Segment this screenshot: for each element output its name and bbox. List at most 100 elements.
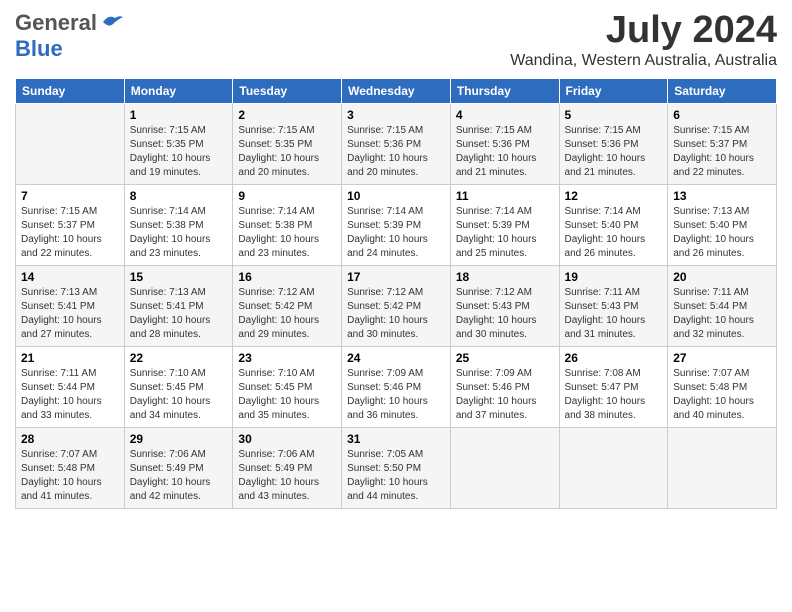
date-number: 16 [238, 270, 336, 284]
week-row-2: 14 Sunrise: 7:13 AMSunset: 5:41 PMDayligh… [16, 265, 777, 346]
calendar-cell: 5 Sunrise: 7:15 AMSunset: 5:36 PMDaylight… [559, 103, 668, 184]
title-block: July 2024 Wandina, Western Australia, Au… [510, 10, 777, 70]
cell-info: Sunrise: 7:06 AMSunset: 5:49 PMDaylight:… [238, 448, 336, 504]
date-number: 5 [565, 108, 663, 122]
date-number: 25 [456, 351, 554, 365]
calendar-cell: 10 Sunrise: 7:14 AMSunset: 5:39 PMDayligh… [342, 184, 451, 265]
cell-info: Sunrise: 7:14 AMSunset: 5:38 PMDaylight:… [130, 205, 228, 261]
date-number: 3 [347, 108, 445, 122]
calendar-cell: 9 Sunrise: 7:14 AMSunset: 5:38 PMDaylight… [233, 184, 342, 265]
calendar-cell: 27 Sunrise: 7:07 AMSunset: 5:48 PMDayligh… [668, 346, 777, 427]
cell-info: Sunrise: 7:15 AMSunset: 5:36 PMDaylight:… [565, 124, 663, 180]
calendar-cell: 30 Sunrise: 7:06 AMSunset: 5:49 PMDayligh… [233, 427, 342, 508]
page-header: General Blue July 2024 Wandina, Western … [15, 10, 777, 70]
calendar-cell: 6 Sunrise: 7:15 AMSunset: 5:37 PMDaylight… [668, 103, 777, 184]
cell-info: Sunrise: 7:13 AMSunset: 5:41 PMDaylight:… [130, 286, 228, 342]
date-number: 8 [130, 189, 228, 203]
date-number: 23 [238, 351, 336, 365]
week-row-3: 21 Sunrise: 7:11 AMSunset: 5:44 PMDayligh… [16, 346, 777, 427]
page-title: July 2024 [510, 10, 777, 52]
calendar-cell: 18Sunrise: 7:12 AMSunset: 5:43 PMDayligh… [450, 265, 559, 346]
cell-info: Sunrise: 7:15 AMSunset: 5:36 PMDaylight:… [456, 124, 554, 180]
cell-info: Sunrise: 7:12 AMSunset: 5:42 PMDaylight:… [238, 286, 336, 342]
date-number: 27 [673, 351, 771, 365]
cell-info: Sunrise: 7:11 AMSunset: 5:44 PMDaylight:… [21, 367, 119, 423]
date-number: 17 [347, 270, 445, 284]
cell-info: Sunrise: 7:15 AMSunset: 5:36 PMDaylight:… [347, 124, 445, 180]
calendar-cell: 11 Sunrise: 7:14 AMSunset: 5:39 PMDayligh… [450, 184, 559, 265]
cell-info: Sunrise: 7:11 AMSunset: 5:43 PMDaylight:… [565, 286, 663, 342]
date-number: 24 [347, 351, 445, 365]
date-number: 2 [238, 108, 336, 122]
logo-blue-text: Blue [15, 36, 63, 61]
calendar-cell: 20Sunrise: 7:11 AMSunset: 5:44 PMDayligh… [668, 265, 777, 346]
date-number: 14 [21, 270, 119, 284]
logo: General Blue [15, 10, 123, 62]
calendar-table: SundayMondayTuesdayWednesdayThursdayFrid… [15, 78, 777, 509]
calendar-cell: 17 Sunrise: 7:12 AMSunset: 5:42 PMDayligh… [342, 265, 451, 346]
cell-info: Sunrise: 7:10 AMSunset: 5:45 PMDaylight:… [238, 367, 336, 423]
date-number: 6 [673, 108, 771, 122]
date-number: 26 [565, 351, 663, 365]
cell-info: Sunrise: 7:15 AMSunset: 5:37 PMDaylight:… [673, 124, 771, 180]
date-number: 7 [21, 189, 119, 203]
calendar-cell: 16 Sunrise: 7:12 AMSunset: 5:42 PMDayligh… [233, 265, 342, 346]
cell-info: Sunrise: 7:13 AMSunset: 5:40 PMDaylight:… [673, 205, 771, 261]
logo-general-text: General [15, 10, 97, 36]
cell-info: Sunrise: 7:06 AMSunset: 5:49 PMDaylight:… [130, 448, 228, 504]
cell-info: Sunrise: 7:09 AMSunset: 5:46 PMDaylight:… [456, 367, 554, 423]
col-header-monday: Monday [124, 78, 233, 103]
date-number: 9 [238, 189, 336, 203]
cell-info: Sunrise: 7:14 AMSunset: 5:38 PMDaylight:… [238, 205, 336, 261]
col-header-wednesday: Wednesday [342, 78, 451, 103]
date-number: 15 [130, 270, 228, 284]
calendar-cell: 15 Sunrise: 7:13 AMSunset: 5:41 PMDayligh… [124, 265, 233, 346]
calendar-cell: 21 Sunrise: 7:11 AMSunset: 5:44 PMDayligh… [16, 346, 125, 427]
cell-info: Sunrise: 7:08 AMSunset: 5:47 PMDaylight:… [565, 367, 663, 423]
date-number: 18 [456, 270, 554, 284]
date-number: 30 [238, 432, 336, 446]
calendar-cell: 19 Sunrise: 7:11 AMSunset: 5:43 PMDayligh… [559, 265, 668, 346]
calendar-cell: 7Sunrise: 7:15 AMSunset: 5:37 PMDaylight… [16, 184, 125, 265]
date-number: 10 [347, 189, 445, 203]
cell-info: Sunrise: 7:07 AMSunset: 5:48 PMDaylight:… [21, 448, 119, 504]
cell-info: Sunrise: 7:15 AMSunset: 5:35 PMDaylight:… [130, 124, 228, 180]
calendar-cell: 22 Sunrise: 7:10 AMSunset: 5:45 PMDayligh… [124, 346, 233, 427]
date-number: 12 [565, 189, 663, 203]
date-number: 1 [130, 108, 228, 122]
calendar-cell: 14 Sunrise: 7:13 AMSunset: 5:41 PMDayligh… [16, 265, 125, 346]
calendar-cell: 13 Sunrise: 7:13 AMSunset: 5:40 PMDayligh… [668, 184, 777, 265]
col-header-thursday: Thursday [450, 78, 559, 103]
cell-info: Sunrise: 7:10 AMSunset: 5:45 PMDaylight:… [130, 367, 228, 423]
col-header-friday: Friday [559, 78, 668, 103]
col-header-tuesday: Tuesday [233, 78, 342, 103]
date-number: 11 [456, 189, 554, 203]
calendar-cell [668, 427, 777, 508]
date-number: 13 [673, 189, 771, 203]
calendar-cell: 3 Sunrise: 7:15 AMSunset: 5:36 PMDaylight… [342, 103, 451, 184]
cell-info: Sunrise: 7:07 AMSunset: 5:48 PMDaylight:… [673, 367, 771, 423]
calendar-cell: 4 Sunrise: 7:15 AMSunset: 5:36 PMDaylight… [450, 103, 559, 184]
cell-info: Sunrise: 7:14 AMSunset: 5:39 PMDaylight:… [347, 205, 445, 261]
date-number: 21 [21, 351, 119, 365]
page-subtitle: Wandina, Western Australia, Australia [510, 52, 777, 70]
date-number: 22 [130, 351, 228, 365]
calendar-cell: 23 Sunrise: 7:10 AMSunset: 5:45 PMDayligh… [233, 346, 342, 427]
calendar-cell: 12Sunrise: 7:14 AMSunset: 5:40 PMDayligh… [559, 184, 668, 265]
week-row-4: 28Sunrise: 7:07 AMSunset: 5:48 PMDayligh… [16, 427, 777, 508]
logo-bird-icon [101, 14, 123, 32]
col-header-saturday: Saturday [668, 78, 777, 103]
col-header-sunday: Sunday [16, 78, 125, 103]
week-row-1: 7Sunrise: 7:15 AMSunset: 5:37 PMDaylight… [16, 184, 777, 265]
cell-info: Sunrise: 7:14 AMSunset: 5:39 PMDaylight:… [456, 205, 554, 261]
date-number: 4 [456, 108, 554, 122]
calendar-cell: 26 Sunrise: 7:08 AMSunset: 5:47 PMDayligh… [559, 346, 668, 427]
cell-info: Sunrise: 7:11 AMSunset: 5:44 PMDaylight:… [673, 286, 771, 342]
calendar-cell: 31Sunrise: 7:05 AMSunset: 5:50 PMDayligh… [342, 427, 451, 508]
cell-info: Sunrise: 7:12 AMSunset: 5:42 PMDaylight:… [347, 286, 445, 342]
cell-info: Sunrise: 7:13 AMSunset: 5:41 PMDaylight:… [21, 286, 119, 342]
cell-info: Sunrise: 7:15 AMSunset: 5:35 PMDaylight:… [238, 124, 336, 180]
date-number: 19 [565, 270, 663, 284]
calendar-cell: 1 Sunrise: 7:15 AMSunset: 5:35 PMDaylight… [124, 103, 233, 184]
cell-info: Sunrise: 7:09 AMSunset: 5:46 PMDaylight:… [347, 367, 445, 423]
